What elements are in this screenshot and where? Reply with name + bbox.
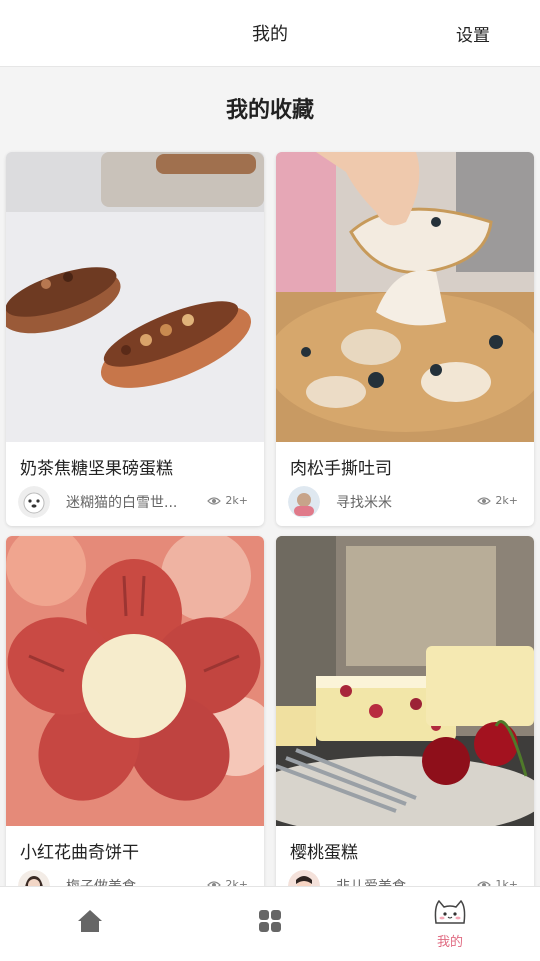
author-avatar (288, 486, 320, 518)
author-avatar (18, 486, 50, 518)
tab-home[interactable] (0, 887, 180, 961)
recipe-name: 肉松手撕吐司 (290, 459, 392, 479)
recipe-name: 樱桃蛋糕 (290, 843, 358, 863)
author-name: 迷糊猫的白雪世... (66, 495, 178, 511)
recipe-name: 小红花曲奇饼干 (20, 843, 139, 863)
view-count: 2k+ (477, 494, 518, 507)
recipe-meta: 迷糊猫的白雪世... 2k+ (18, 486, 254, 518)
recipe-name: 奶茶焦糖坚果磅蛋糕 (20, 459, 173, 479)
tab-mine[interactable]: 我的 (360, 887, 540, 961)
settings-button[interactable]: 设置 (456, 21, 490, 46)
eye-icon (207, 497, 222, 505)
favorite-card[interactable]: 肉松手撕吐司 寻找米米 2k+ (276, 152, 534, 526)
recipe-photo (6, 536, 264, 826)
recipe-photo (276, 152, 534, 442)
top-bar: 我的 设置 (0, 0, 540, 67)
view-count: 2k+ (207, 494, 248, 507)
grid-icon (259, 910, 281, 932)
tab-category[interactable] (180, 887, 360, 961)
tab-mine-label: 我的 (436, 935, 463, 950)
favorite-card[interactable]: 小红花曲奇饼干 梅子做美食 2k+ (6, 536, 264, 910)
recipe-photo (276, 536, 534, 826)
eye-icon (477, 497, 492, 505)
bottom-tab-bar: 我的 (0, 886, 540, 961)
cat-icon (434, 899, 466, 924)
home-icon (78, 910, 102, 932)
favorite-card[interactable]: 奶茶焦糖坚果磅蛋糕 迷糊猫的白雪世... 2k+ (6, 152, 264, 526)
recipe-meta: 寻找米米 2k+ (288, 486, 524, 518)
author-name: 寻找米米 (336, 495, 392, 511)
recipe-photo (6, 152, 264, 442)
favorite-card[interactable]: 樱桃蛋糕 非儿爱美食 1k+ (276, 536, 534, 910)
page-title: 我的收藏 (225, 98, 314, 123)
